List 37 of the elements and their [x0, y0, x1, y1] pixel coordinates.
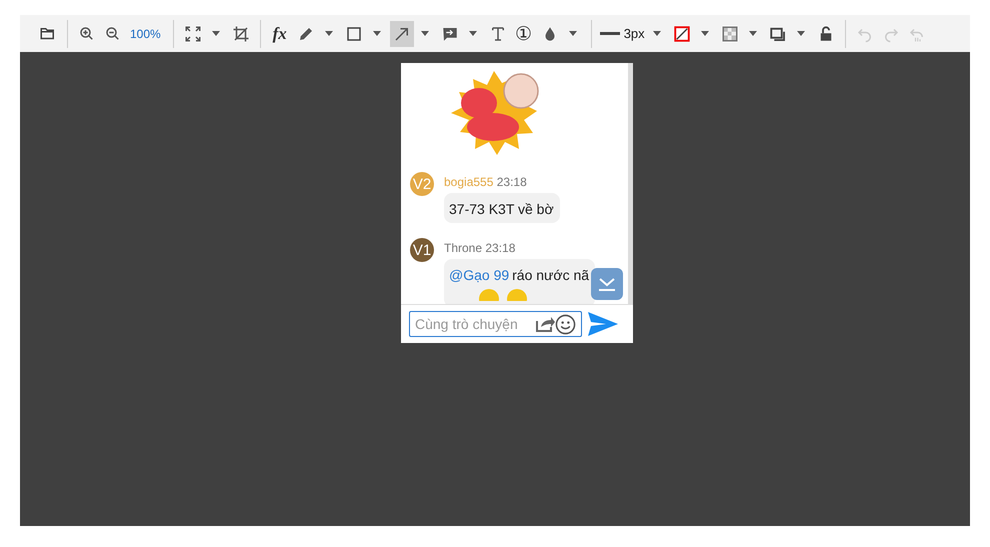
rectangle-icon — [344, 24, 363, 42]
caret-icon[interactable] — [324, 31, 333, 36]
down-icon — [598, 276, 616, 292]
zoom-level: 100% — [130, 26, 161, 40]
caret-icon[interactable] — [568, 31, 577, 36]
share-icon[interactable] — [535, 315, 555, 333]
user-name: bogia555 — [444, 175, 494, 189]
formula-button[interactable]: fx — [268, 20, 292, 46]
user-name: Throne — [444, 241, 482, 255]
chat-input-field[interactable]: Cùng trò chuyện — [415, 316, 535, 332]
smiley-icon[interactable] — [555, 314, 576, 334]
message-time: 23:18 — [485, 241, 516, 255]
caret-icon[interactable] — [652, 31, 661, 36]
caret-icon[interactable] — [700, 31, 709, 36]
caret-icon[interactable] — [372, 31, 381, 36]
caret-icon[interactable] — [748, 31, 757, 36]
opacity-icon — [720, 24, 739, 42]
number-button[interactable]: ① — [512, 20, 536, 46]
stroke-width-button[interactable]: 3px — [598, 20, 646, 46]
message-input[interactable]: Cùng trò chuyện — [409, 311, 582, 337]
caret-icon[interactable] — [468, 31, 477, 36]
fit-icon — [184, 24, 202, 42]
send-icon[interactable] — [588, 312, 618, 336]
message-text: ráo nước nã — [512, 267, 590, 283]
mention-link[interactable]: @Gạo 99 — [449, 267, 510, 283]
arrow-button[interactable] — [390, 20, 414, 46]
caret-icon[interactable] — [212, 31, 220, 36]
message-bubble: 37-73 K3T về bờ — [444, 193, 560, 223]
crop-icon — [232, 24, 250, 42]
caret-icon[interactable] — [796, 31, 805, 36]
stroke-color-icon — [672, 24, 691, 42]
avatar: V2 — [410, 172, 434, 196]
avatar: V1 — [410, 238, 434, 262]
line-icon — [600, 32, 620, 36]
message-time: 23:18 — [496, 175, 527, 189]
scroll-down-button[interactable] — [591, 268, 623, 300]
caret-icon[interactable] — [420, 31, 429, 36]
